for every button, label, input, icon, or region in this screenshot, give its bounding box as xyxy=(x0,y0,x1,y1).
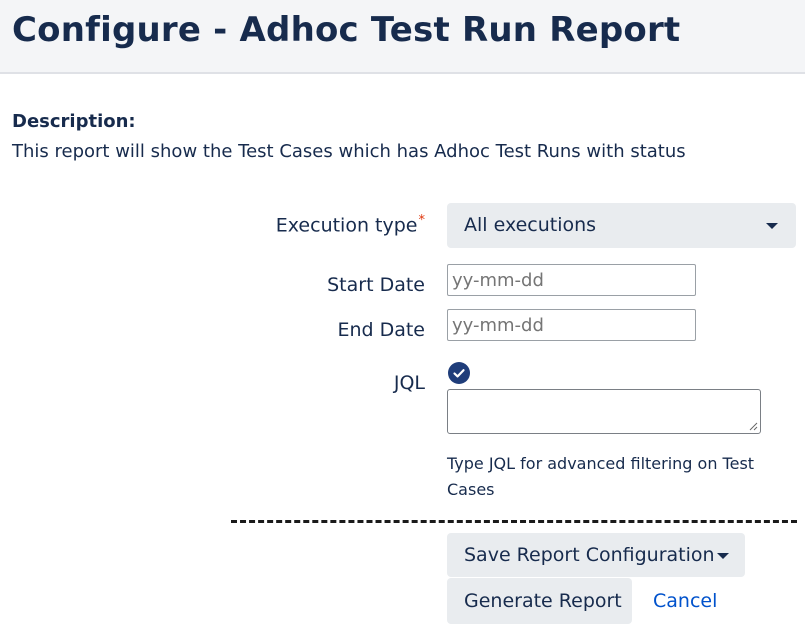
required-mark: * xyxy=(418,213,426,228)
end-date-label: End Date xyxy=(337,319,425,341)
resize-handle-icon[interactable] xyxy=(749,422,758,431)
execution-type-select[interactable]: All executions xyxy=(447,203,796,248)
description-text: This report will show the Test Cases whi… xyxy=(12,141,686,162)
generate-report-label: Generate Report xyxy=(464,590,622,612)
end-date-input[interactable] xyxy=(447,309,696,341)
save-report-configuration-button[interactable]: Save Report Configuration xyxy=(447,533,745,577)
description-label: Description: xyxy=(12,111,136,132)
page-title: Configure - Adhoc Test Run Report xyxy=(12,10,681,50)
jql-help-text: Type JQL for advanced filtering on Test … xyxy=(447,454,755,499)
start-date-label: Start Date xyxy=(327,274,425,296)
checkmark-icon xyxy=(453,369,465,378)
execution-type-value: All executions xyxy=(464,214,597,236)
cancel-link[interactable]: Cancel xyxy=(653,590,717,612)
generate-report-button[interactable]: Generate Report xyxy=(447,578,632,624)
start-date-input[interactable] xyxy=(447,264,696,296)
chevron-down-icon xyxy=(766,223,778,229)
divider xyxy=(231,520,797,523)
jql-textarea[interactable] xyxy=(447,389,761,434)
execution-type-label-text: Execution type xyxy=(275,214,418,237)
execution-type-label: Execution type* xyxy=(276,213,425,236)
save-report-configuration-label: Save Report Configuration xyxy=(464,544,715,566)
jql-label: JQL xyxy=(393,372,425,394)
chevron-down-icon xyxy=(717,553,729,559)
check-circle-icon xyxy=(448,362,470,384)
page-header: Configure - Adhoc Test Run Report xyxy=(0,0,805,74)
